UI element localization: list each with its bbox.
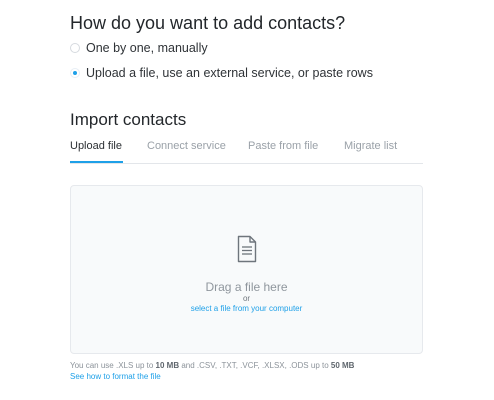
- tab-migrate-list[interactable]: Migrate list: [344, 140, 397, 152]
- dropzone-or-text: or: [242, 294, 251, 303]
- option-upload-label: Upload a file, use an external service, …: [86, 66, 373, 80]
- note-other-limit: 50 MB: [330, 361, 355, 370]
- option-one-by-one-label: One by one, manually: [86, 41, 208, 55]
- page-title: How do you want to add contacts?: [70, 13, 346, 33]
- select-file-link[interactable]: select a file from your computer: [71, 304, 422, 313]
- radio-unchecked-icon[interactable]: [70, 43, 80, 53]
- option-upload[interactable]: Upload a file, use an external service, …: [70, 66, 373, 80]
- note-text-1: You can use .XLS up to: [70, 361, 156, 370]
- active-tab-indicator: [70, 161, 123, 163]
- tab-connect-service[interactable]: Connect service: [147, 140, 226, 152]
- tab-upload-file[interactable]: Upload file: [70, 140, 122, 152]
- file-format-note: You can use .XLS up to 10 MB and .CSV, .…: [70, 361, 354, 370]
- file-dropzone[interactable]: Drag a file here or select a file from y…: [70, 185, 423, 354]
- radio-checked-icon[interactable]: [70, 68, 80, 78]
- tab-paste-from-file[interactable]: Paste from file: [248, 140, 318, 152]
- dropzone-drag-text: Drag a file here: [205, 280, 288, 294]
- note-xls-limit: 10 MB: [155, 361, 180, 370]
- option-one-by-one[interactable]: One by one, manually: [70, 41, 208, 55]
- import-tabs: Upload file Connect service Paste from f…: [70, 140, 423, 164]
- format-help-link[interactable]: See how to format the file: [70, 372, 161, 381]
- note-text-2: and .CSV, .TXT, .VCF, .XLSX, .ODS up to: [179, 361, 331, 370]
- document-icon: [237, 235, 257, 263]
- import-section-title: Import contacts: [70, 110, 187, 129]
